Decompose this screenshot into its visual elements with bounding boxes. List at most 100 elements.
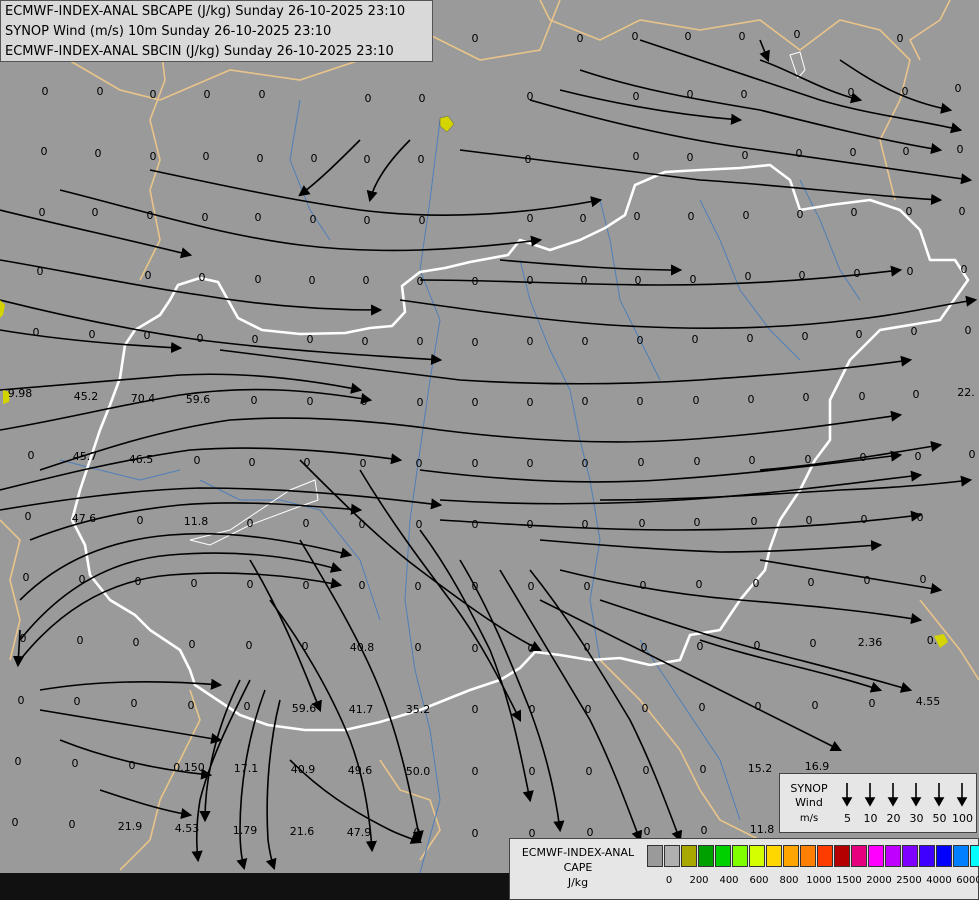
grid-value: 0: [191, 577, 198, 590]
grid-value: 0: [307, 395, 314, 408]
grid-value: 0: [697, 640, 704, 653]
grid-value: 0: [360, 457, 367, 470]
grid-value: 0: [584, 641, 591, 654]
grid-value: 59.6: [186, 393, 211, 406]
grid-value: 0: [640, 579, 647, 592]
grid-value: 0: [848, 86, 855, 99]
grid-value: 0: [247, 517, 254, 530]
grid-value: 0: [701, 824, 708, 837]
grid-value: 0: [913, 388, 920, 401]
cape-swatch: [681, 845, 697, 867]
cape-swatch: [902, 845, 918, 867]
grid-value: 0: [812, 699, 819, 712]
grid-value: 0: [632, 30, 639, 43]
wind-legend: SYNOP Wind m/s 5 10 20 30 50 100: [779, 773, 977, 833]
grid-value: 0: [747, 332, 754, 345]
grid-value: 0: [252, 333, 259, 346]
grid-value: 0: [304, 456, 311, 469]
wind-speed-label: 30: [909, 812, 924, 825]
grid-value: 0: [472, 518, 479, 531]
grid-value: 0: [753, 577, 760, 590]
grid-value: 0: [808, 576, 815, 589]
grid-value: 0: [472, 580, 479, 593]
grid-value: 0: [415, 641, 422, 654]
grid-value: 0: [902, 85, 909, 98]
grid-value: 0: [133, 636, 140, 649]
grid-value: 0: [700, 763, 707, 776]
grid-value: 0: [359, 579, 366, 592]
grid-value: 15.2: [748, 762, 773, 775]
grid-value: 0: [79, 573, 86, 586]
grid-value: 0: [749, 454, 756, 467]
grid-value: 0: [755, 700, 762, 713]
grid-value: 0: [363, 274, 370, 287]
cape-swatch: [783, 845, 799, 867]
title-line-sbcin: ECMWF-INDEX-ANAL SBCIN (J/kg) Sunday 26-…: [5, 44, 394, 59]
grid-value: 0.: [927, 634, 938, 647]
weather-map: 0 0 0 0 0 0 0 0 0 0 0 0 0 0 0 0 0 0 0 0 0 0 0 0 0 0 0 0 0 0 0 0 0 0 0 0 0 0 0 0…: [0, 0, 979, 900]
grid-value: 0: [244, 700, 251, 713]
grid-value: 0: [131, 697, 138, 710]
cape-swatch: [868, 845, 884, 867]
grid-value: 0: [743, 209, 750, 222]
grid-value: 0: [957, 143, 964, 156]
map-canvas: 0 0 0 0 0 0 0 0 0 0 0 0 0 0 0 0 0 0 0 0 0 0 0 0 0 0 0 0 0 0 0 0 0 0 0 0 0 0 0 0…: [0, 0, 979, 900]
grid-value: 0: [365, 92, 372, 105]
grid-value: 0: [15, 755, 22, 768]
cape-tick-label: 200: [689, 875, 709, 886]
grid-value: 0: [527, 518, 534, 531]
grid-value: 0: [472, 336, 479, 349]
grid-value: 0: [915, 450, 922, 463]
wind-speed-label: 5: [844, 812, 851, 825]
grid-value: 0: [637, 334, 644, 347]
grid-value: 0: [633, 90, 640, 103]
grid-value: 0: [529, 765, 536, 778]
grid-value: 0: [754, 639, 761, 652]
grid-value: 0: [74, 695, 81, 708]
grid-value: 0: [856, 328, 863, 341]
grid-value: 0: [255, 211, 262, 224]
grid-value: 0: [690, 273, 697, 286]
grid-value: 0: [687, 151, 694, 164]
grid-value: 0: [577, 32, 584, 45]
cape-tick-label: 400: [719, 875, 739, 886]
grid-value: 0: [955, 82, 962, 95]
grid-value: 0: [638, 456, 645, 469]
cape-swatch: [766, 845, 782, 867]
grid-value: 41.7: [349, 703, 374, 716]
cape-tick-label: 6000: [956, 875, 979, 886]
wind-speed-label: 20: [886, 812, 901, 825]
grid-value: 0: [415, 580, 422, 593]
title-line-wind: SYNOP Wind (m/s) 10m Sunday 26-10-2025 2…: [5, 24, 332, 39]
grid-value: 0: [472, 703, 479, 716]
grid-value: 47.9: [347, 826, 372, 839]
cape-swatch: [834, 845, 850, 867]
grid-value: 0: [472, 642, 479, 655]
grid-value: 17.1: [234, 762, 259, 775]
grid-value: 0: [472, 827, 479, 840]
grid-value: 0: [137, 514, 144, 527]
grid-value: 0: [965, 324, 972, 337]
grid-value: 0: [472, 765, 479, 778]
grid-value: 0: [72, 757, 79, 770]
grid-value: 0: [416, 518, 423, 531]
grid-value: 0: [694, 455, 701, 468]
grid-value: 0: [417, 335, 424, 348]
grid-value: 0: [527, 90, 534, 103]
grid-value: 0: [796, 147, 803, 160]
grid-value: 0: [359, 518, 366, 531]
wind-speed-label: 100: [952, 812, 973, 825]
grid-value: 0: [310, 213, 317, 226]
grid-value: 0: [699, 701, 706, 714]
grid-value: 0: [864, 574, 871, 587]
cape-swatch: [953, 845, 969, 867]
grid-value: 59.6: [292, 702, 317, 715]
grid-value: 0: [810, 637, 817, 650]
grid-value: 0: [860, 451, 867, 464]
grid-value: 0: [92, 206, 99, 219]
grid-value: 0: [959, 205, 966, 218]
grid-value: 0: [255, 273, 262, 286]
wind-speed-label: 50: [932, 812, 947, 825]
grid-value: 0: [584, 580, 591, 593]
grid-value: 0.150: [173, 761, 205, 774]
